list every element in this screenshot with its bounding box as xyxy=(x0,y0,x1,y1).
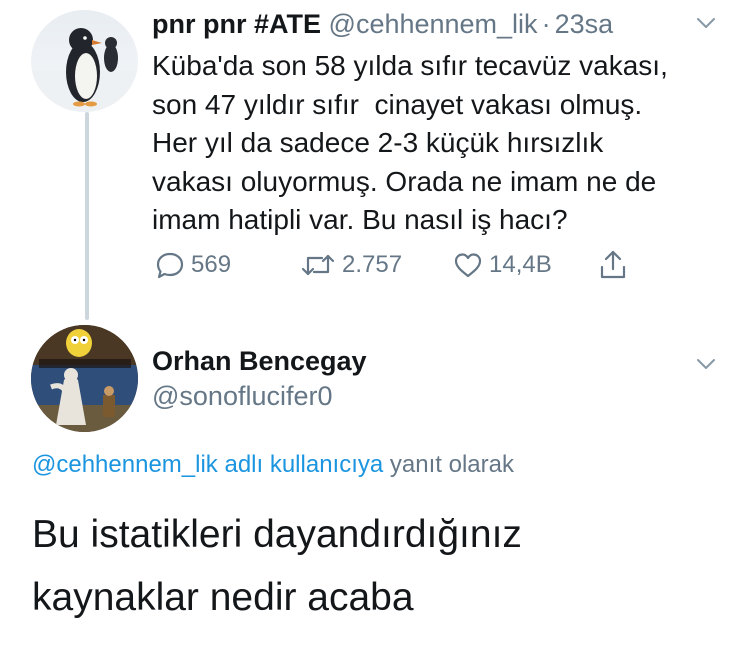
tweet-header: pnr pnr #ATE @cehhennem_lik · 23sa xyxy=(152,8,613,40)
separator-dot: · xyxy=(541,9,551,39)
penguin-avatar[interactable] xyxy=(31,10,138,112)
replying-to: @cehhennem_lik adlı kullanıcıya yanıt ol… xyxy=(32,451,514,479)
like-count: 14,4B xyxy=(489,251,552,278)
reply-text-line: Bu istatikleri dayandırdığınız xyxy=(32,513,522,556)
retweet-count: 2.757 xyxy=(342,251,403,278)
tweet-text-line: son 47 yıldır sıfır cinayet vakası olmuş… xyxy=(152,88,643,120)
share-button[interactable] xyxy=(598,248,634,280)
tweet-text-line: Küba'da son 58 yılda sıfır tecavüz vakas… xyxy=(152,50,668,81)
reply-icon xyxy=(156,252,184,279)
retweet-button[interactable]: 2.757 xyxy=(300,251,402,279)
replying-to-suffix: yanıt olarak xyxy=(389,451,514,478)
tweet-text-line: imam hatipli var. Bu nasıl iş hacı? xyxy=(152,204,568,235)
author-handle[interactable]: @cehhennem_lik xyxy=(329,9,538,39)
chevron-down-icon[interactable] xyxy=(697,16,715,28)
chevron-down-icon[interactable] xyxy=(697,357,715,369)
reply-count: 569 xyxy=(191,251,232,278)
tweet-text-line: Her yıl da sadece 2-3 küçük hırsızlık xyxy=(152,127,604,158)
tweet-text: Küba'da son 58 yılda sıfır tecavüz vakas… xyxy=(152,47,722,240)
reply-author-handle[interactable]: @sonoflucifer0 xyxy=(152,381,333,412)
tweet-timestamp[interactable]: 23sa xyxy=(555,9,614,39)
share-icon xyxy=(600,250,626,279)
reply-text: Bu istatikleri dayandırdığınız kaynaklar… xyxy=(32,503,732,629)
tweet-text-line: vakası oluyormuş. Orada ne imam ne de xyxy=(152,165,657,197)
thread-line xyxy=(85,112,89,320)
reply-author-display-name[interactable]: Orhan Bencegay xyxy=(152,346,367,377)
replying-to-link[interactable]: @cehhennem_lik adlı kullanıcıya xyxy=(32,451,383,478)
reply-text-line: kaynaklar nedir acaba xyxy=(32,576,414,619)
retweet-icon xyxy=(301,254,335,276)
like-icon xyxy=(454,253,482,278)
author-display-name[interactable]: pnr pnr #ATE xyxy=(152,9,321,39)
simpsons-avatar[interactable] xyxy=(31,325,138,432)
reply-button[interactable]: 569 xyxy=(155,251,231,279)
like-button[interactable]: 14,4B xyxy=(453,251,552,279)
